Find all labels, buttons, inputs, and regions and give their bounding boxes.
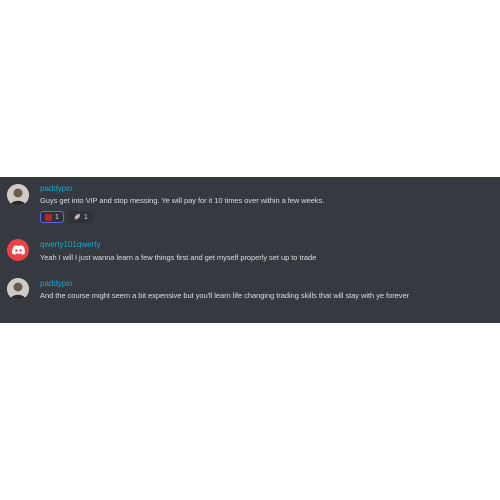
message-text: And the course might seem a bit expensiv… [40,291,410,300]
rocket-emoji-icon [73,214,80,220]
message-item: qwerty101qwerty Yeah I will I just wanna… [0,236,500,272]
user-photo-icon [7,184,29,206]
reaction-rocket[interactable]: 1 [67,211,93,223]
chat-panel: paddypio Guys get into VIP and stop mess… [0,177,500,323]
message-item: paddypio And the course might seem a bit… [0,275,500,311]
red-square-emoji-icon [45,213,52,221]
discord-avatar[interactable] [7,239,29,261]
message-text: Guys get into VIP and stop messing. Ye w… [40,196,325,205]
reaction-bar: 1 1 [40,211,93,223]
user-photo-icon [7,278,29,300]
message-item: paddypio Guys get into VIP and stop mess… [0,182,500,234]
user-avatar[interactable] [7,278,29,300]
discord-logo-icon [11,245,25,255]
message-author[interactable]: qwerty101qwerty [40,240,100,249]
user-avatar[interactable] [7,184,29,206]
message-author[interactable]: paddypio [40,279,72,288]
reaction-red-square[interactable]: 1 [40,211,64,223]
message-text: Yeah I will I just wanna learn a few thi… [40,253,317,262]
reaction-count: 1 [83,213,88,221]
reaction-count: 1 [55,213,59,221]
message-author[interactable]: paddypio [40,184,72,193]
